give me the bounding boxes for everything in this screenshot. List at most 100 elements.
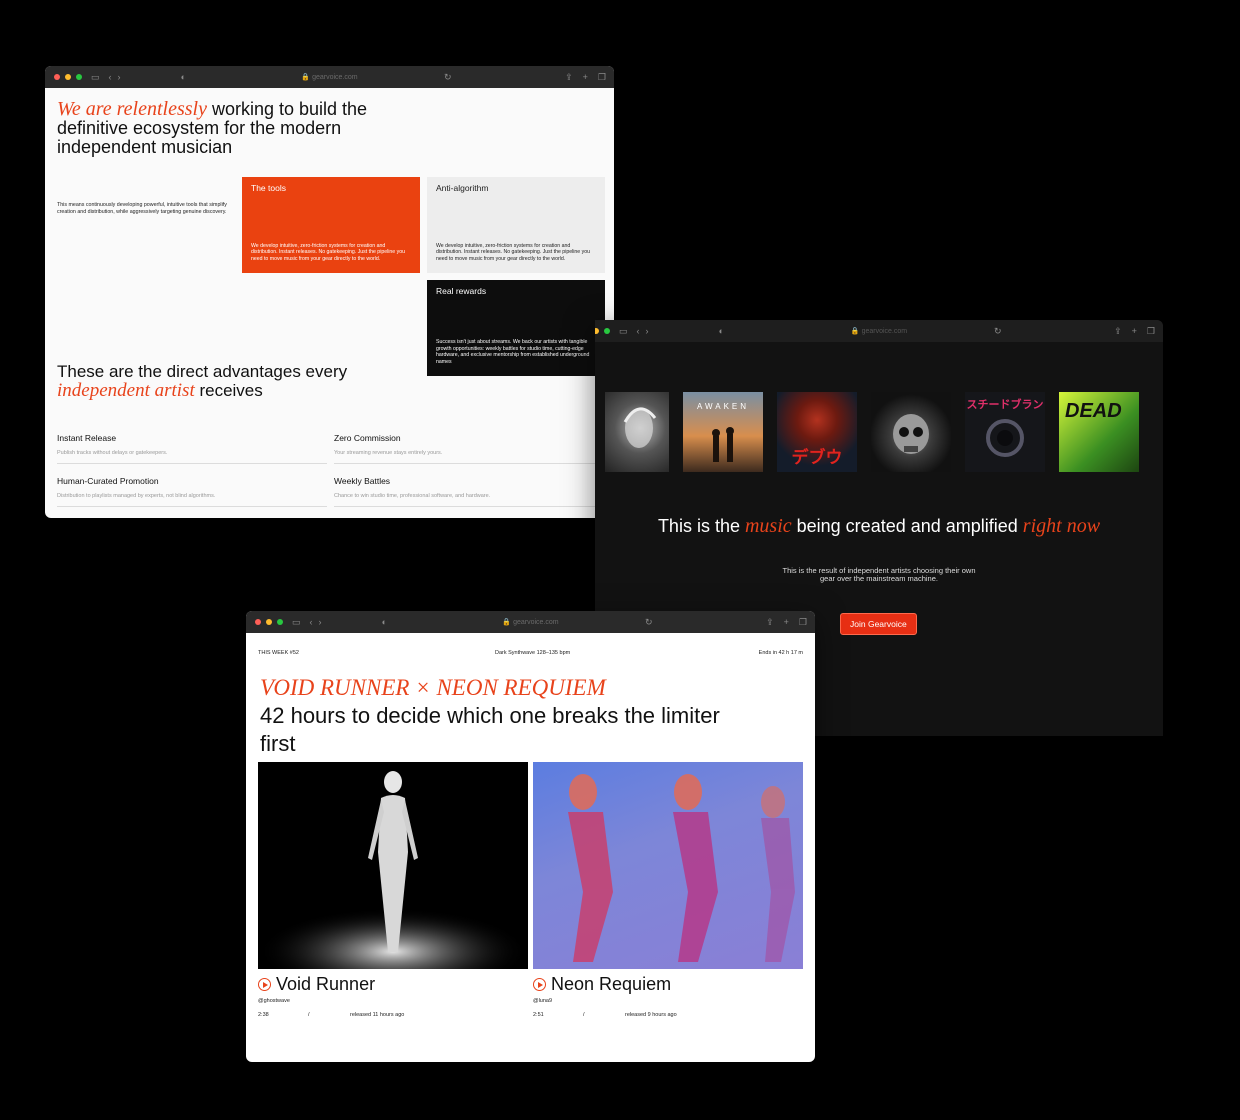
tabs-icon[interactable]: ❐	[1147, 320, 1155, 342]
dancer-art-icon	[568, 774, 795, 962]
forward-icon[interactable]: ›	[319, 611, 322, 633]
sidebar-icon[interactable]: ▭	[619, 320, 628, 342]
benefit-item: Human-Curated Promotion Distribution to …	[57, 476, 327, 507]
forward-icon[interactable]: ›	[646, 320, 649, 342]
advantages-italic: independent artist	[57, 380, 195, 401]
track-duration: 2:38	[258, 1012, 269, 1018]
maximize-dot[interactable]	[277, 619, 283, 625]
benefit-desc: Distribution to playlists managed by exp…	[57, 493, 216, 499]
window-controls[interactable]	[595, 328, 610, 334]
join-gearvoice-button[interactable]: Join Gearvoice	[840, 613, 917, 635]
track-title-row[interactable]: Void Runner	[258, 974, 375, 995]
silhouettes-icon	[712, 427, 734, 462]
share-icon[interactable]: ⇪	[565, 66, 573, 88]
card-body: We develop intuitive, zero-friction syst…	[436, 242, 590, 263]
album-cover-dead[interactable]: DEAD	[1059, 392, 1139, 472]
share-icon[interactable]: ⇪	[1114, 320, 1122, 342]
share-icon[interactable]: ⇪	[766, 611, 774, 633]
artist-handle[interactable]: @luna9	[533, 998, 552, 1004]
card-body: Success isn't just about streams. We bac…	[436, 338, 590, 366]
tag-italic-music: music	[744, 515, 792, 537]
minimize-dot[interactable]	[595, 328, 599, 334]
browser-window-ecosystem: ▭ ‹ › ◐ 🔒 gearvoice.com ↻ ⇪ + ❐ We are r…	[45, 66, 614, 518]
battle-versus-title: VOID RUNNER × NEON REQUIEM	[260, 675, 606, 700]
sidebar-icon[interactable]: ▭	[292, 611, 301, 633]
card-anti-algorithm: Anti-algorithm We develop intuitive, zer…	[427, 177, 605, 273]
tabs-icon[interactable]: ❐	[799, 611, 807, 633]
benefit-item: Weekly Battles Chance to win studio time…	[334, 476, 606, 507]
card-title: The tools	[251, 183, 286, 193]
advantages-heading: These are the direct advantages every in…	[57, 362, 377, 400]
benefit-title: Instant Release	[57, 433, 117, 443]
minimize-dot[interactable]	[266, 619, 272, 625]
card-real-rewards: Real rewards Success isn't just about st…	[427, 280, 605, 376]
address-bar[interactable]: 🔒 gearvoice.com	[851, 327, 907, 335]
reload-icon[interactable]: ↻	[444, 66, 452, 88]
sidebar-icon[interactable]: ▭	[91, 66, 100, 88]
forward-icon[interactable]: ›	[118, 66, 121, 88]
card-title: Real rewards	[436, 286, 487, 296]
shield-icon[interactable]: ◐	[719, 320, 724, 342]
album-cover-skull[interactable]	[871, 392, 951, 472]
album-cover-red-moon[interactable]: デブウ	[777, 392, 857, 472]
mission-headline: We are relentlessly working to build the…	[57, 99, 397, 157]
url-text: gearvoice.com	[861, 328, 908, 335]
close-dot[interactable]	[54, 74, 60, 80]
play-icon[interactable]	[533, 978, 546, 991]
back-icon[interactable]: ‹	[637, 320, 640, 342]
browser-toolbar: ▭ ‹ › ◐ 🔒 gearvoice.com ↻ ⇪ + ❐	[595, 320, 1163, 342]
stats-separator: /	[583, 1012, 585, 1018]
new-tab-icon[interactable]: +	[784, 611, 789, 633]
card-body: We develop intuitive, zero-friction syst…	[251, 242, 405, 263]
back-icon[interactable]: ‹	[310, 611, 313, 633]
album-cover-portrait[interactable]	[605, 392, 669, 472]
album-cover-katakana[interactable]: スチードブラン	[965, 392, 1045, 472]
window-controls[interactable]	[255, 619, 283, 625]
album-cover-awaken[interactable]: AWAKEN	[683, 392, 763, 472]
portrait-art-icon	[623, 407, 657, 448]
browser-window-weekly-battle: ▭ ‹ › ◐ 🔒 gearvoice.com ↻ ⇪ + ❐ THIS WEE…	[246, 611, 815, 1062]
card-title: Anti-algorithm	[436, 183, 489, 193]
reload-icon[interactable]: ↻	[645, 611, 653, 633]
new-tab-icon[interactable]: +	[583, 66, 588, 88]
skull-icon	[893, 414, 929, 454]
benefit-item: Zero Commission Your streaming revenue s…	[334, 433, 606, 464]
tag-text-a: This is the	[657, 516, 745, 536]
advantages-text-b: receives	[194, 381, 263, 400]
artist-handle[interactable]: @ghostwave	[258, 998, 290, 1004]
tag-text-b: being created and amplified	[791, 516, 1023, 536]
benefit-title: Weekly Battles	[334, 476, 391, 486]
maximize-dot[interactable]	[76, 74, 82, 80]
track-title: Void Runner	[276, 974, 376, 994]
countdown-label: Ends in 42 h 17 m	[758, 650, 803, 656]
card-the-tools: The tools We develop intuitive, zero-fri…	[242, 177, 420, 273]
browser-toolbar: ▭ ‹ › ◐ 🔒 gearvoice.com ↻ ⇪ + ❐	[45, 66, 614, 88]
album-title: DEAD	[1065, 400, 1122, 422]
track-duration: 2:51	[533, 1012, 544, 1018]
track-artwork-void-runner[interactable]	[258, 762, 528, 969]
back-icon[interactable]: ‹	[109, 66, 112, 88]
figure-art-icon	[258, 771, 528, 969]
shield-icon[interactable]: ◐	[382, 611, 387, 633]
window-controls[interactable]	[54, 74, 82, 80]
close-dot[interactable]	[255, 619, 261, 625]
intro-paragraph: This means continuously developing power…	[57, 202, 227, 215]
album-carousel[interactable]: AWAKEN デブウ スチードブラン DEAD	[605, 392, 1139, 472]
play-icon[interactable]	[258, 978, 271, 991]
showcase-subtext: This is the result of independent artist…	[782, 566, 976, 583]
stats-separator: /	[308, 1012, 310, 1018]
shield-icon[interactable]: ◐	[181, 66, 186, 88]
tabs-icon[interactable]: ❐	[598, 66, 606, 88]
maximize-dot[interactable]	[604, 328, 610, 334]
reload-icon[interactable]: ↻	[994, 320, 1002, 342]
track-title-row[interactable]: Neon Requiem	[533, 974, 671, 995]
battle-headline: 42 hours to decide which one breaks the …	[260, 703, 720, 756]
address-bar[interactable]: 🔒 gearvoice.com	[502, 618, 558, 626]
minimize-dot[interactable]	[65, 74, 71, 80]
new-tab-icon[interactable]: +	[1132, 320, 1137, 342]
benefit-desc: Chance to win studio time, professional …	[334, 493, 491, 499]
track-artwork-neon-requiem[interactable]	[533, 762, 803, 969]
url-text: gearvoice.com	[312, 74, 358, 81]
address-bar[interactable]: 🔒 gearvoice.com	[301, 73, 357, 81]
benefit-title: Zero Commission	[334, 433, 401, 443]
